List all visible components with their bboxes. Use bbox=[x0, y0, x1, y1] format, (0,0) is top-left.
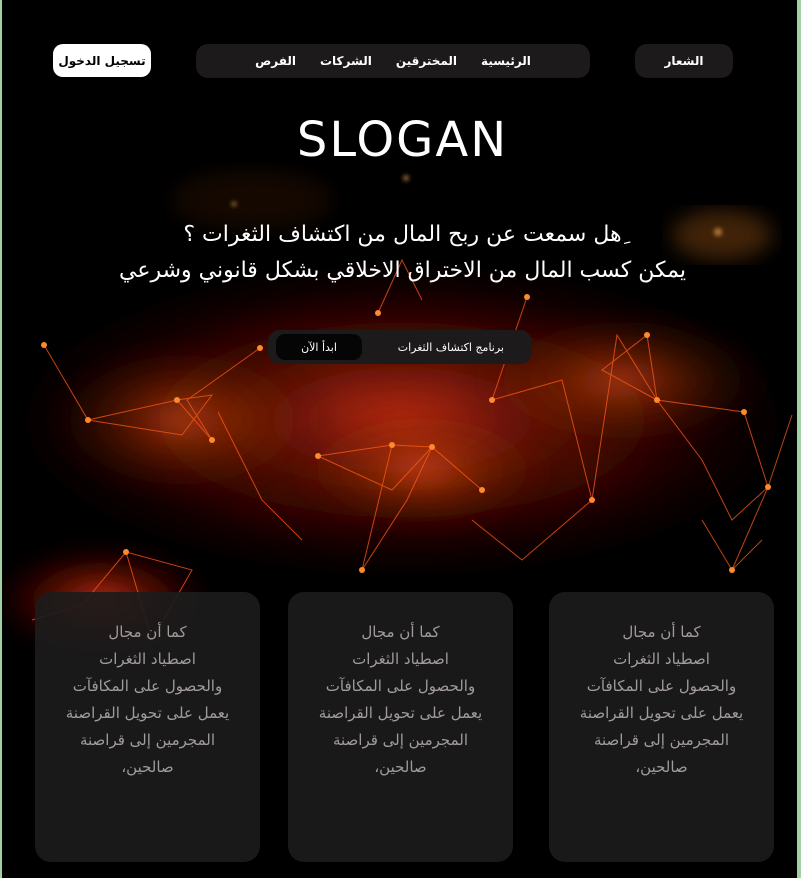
card-text-line: المجرمين إلى قراصنة bbox=[593, 731, 730, 749]
nav-link-hackers[interactable]: المخترقين bbox=[396, 54, 457, 68]
hero-question: ِهل سمعت عن ربح المال من اكتشاف الثغرات … bbox=[183, 222, 622, 247]
start-now-button[interactable]: ابدأ الآن bbox=[276, 334, 362, 360]
nav-link-companies[interactable]: الشركات bbox=[320, 54, 372, 68]
login-button[interactable]: تسجيل الدخول bbox=[53, 44, 151, 77]
card-text-line: يعمل على تحويل القراصنة bbox=[65, 704, 230, 722]
slogan-heading: SLOGAN bbox=[296, 112, 509, 168]
card-text-line: صالحين، bbox=[635, 758, 688, 776]
info-card: كما أن مجال اصطياد الثغرات والحصول على ا… bbox=[288, 592, 513, 862]
card-text-line: اصطياد الثغرات bbox=[99, 650, 196, 668]
card-text-line: كما أن مجال bbox=[108, 623, 187, 641]
logo[interactable]: الشعار bbox=[635, 44, 733, 78]
card-text-line: صالحين، bbox=[374, 758, 427, 776]
card-text-line: اصطياد الثغرات bbox=[613, 650, 710, 668]
hero-subtitle: يمكن كسب المال من الاختراق الاخلاقي بشكل… bbox=[119, 258, 686, 283]
card-text-line: والحصول على المكافآت bbox=[72, 677, 223, 695]
card-text-line: المجرمين إلى قراصنة bbox=[79, 731, 216, 749]
card-text-line: صالحين، bbox=[121, 758, 174, 776]
card-text-line: يعمل على تحويل القراصنة bbox=[318, 704, 483, 722]
card-text-line: يعمل على تحويل القراصنة bbox=[579, 704, 744, 722]
card-text-line: كما أن مجال bbox=[361, 623, 440, 641]
nav-link-home[interactable]: الرئيسية bbox=[481, 54, 531, 68]
card-text-line: والحصول على المكافآت bbox=[586, 677, 737, 695]
bug-bounty-program-link[interactable]: برنامج اكتشاف الثغرات bbox=[398, 330, 504, 364]
card-text-line: كما أن مجال bbox=[622, 623, 701, 641]
info-card: كما أن مجال اصطياد الثغرات والحصول على ا… bbox=[35, 592, 260, 862]
main-nav: الرئيسية المخترقين الشركات الفرص bbox=[196, 44, 590, 78]
cta-group: ابدأ الآن برنامج اكتشاف الثغرات bbox=[268, 330, 532, 364]
info-card: كما أن مجال اصطياد الثغرات والحصول على ا… bbox=[549, 592, 774, 862]
nav-link-opportunities[interactable]: الفرص bbox=[255, 54, 296, 68]
card-text-line: اصطياد الثغرات bbox=[352, 650, 449, 668]
page: تسجيل الدخول الرئيسية المخترقين الشركات … bbox=[0, 0, 801, 878]
card-text-line: والحصول على المكافآت bbox=[325, 677, 476, 695]
card-text-line: المجرمين إلى قراصنة bbox=[332, 731, 469, 749]
